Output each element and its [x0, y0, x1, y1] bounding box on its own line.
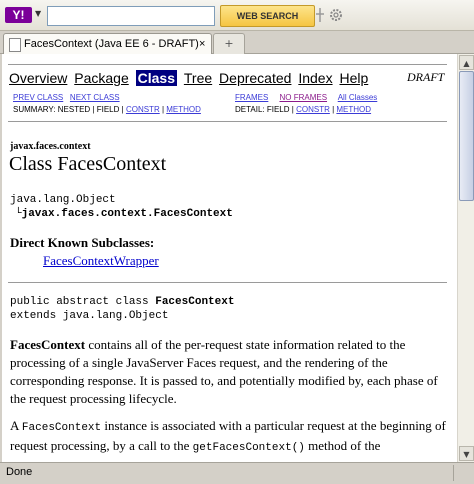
known-subclasses-heading: Direct Known Subclasses:	[10, 235, 155, 250]
summary-method-link[interactable]: METHOD	[166, 105, 201, 114]
para2-code-facescontext: FacesContext	[21, 422, 102, 434]
browser-toolbar: Y! ▼ WEB SEARCH	[0, 0, 474, 31]
page-content: Overview Package Class Tree Deprecated I…	[2, 54, 457, 462]
scroll-thumb[interactable]	[459, 71, 474, 201]
declaration-prefix: public abstract class	[10, 296, 156, 308]
chevron-down-icon[interactable]: ▼	[35, 9, 41, 18]
frames-nav: FRAMES NO FRAMES All Classes	[235, 93, 377, 102]
subclass-link[interactable]: FacesContextWrapper	[43, 253, 159, 269]
status-text: Done	[6, 466, 33, 478]
description-paragraph: FacesContext contains all of the per-req…	[10, 336, 450, 408]
inheritance-tree: └javax.faces.context.FacesContext	[15, 208, 233, 220]
draft-label: DRAFT	[407, 70, 445, 84]
frames-link[interactable]: FRAMES	[235, 93, 268, 102]
close-icon[interactable]: ×	[199, 34, 205, 54]
nav-help[interactable]: Help	[339, 70, 368, 86]
description-class-name: FacesContext	[10, 337, 86, 352]
status-divider	[453, 465, 454, 481]
description-paragraph-2: A FacesContext instance is associated wi…	[10, 417, 450, 457]
class-declaration: public abstract class FacesContext	[10, 296, 234, 308]
tab-facescontext[interactable]: FacesContext (Java EE 6 - DRAFT) ×	[3, 33, 212, 54]
page-title: Class FacesContext	[9, 153, 167, 175]
summary-constr-link[interactable]: CONSTR	[126, 105, 160, 114]
nav-tree[interactable]: Tree	[184, 70, 212, 86]
class-full-name: javax.faces.context.FacesContext	[21, 208, 233, 220]
all-classes-link[interactable]: All Classes	[338, 93, 378, 102]
package-name: javax.faces.context	[10, 141, 91, 152]
para2-code-getfacescontext: getFacesContext()	[192, 442, 305, 454]
search-input[interactable]	[47, 6, 215, 26]
para2-text-a: A	[10, 418, 22, 433]
class-nav: PREV CLASS NEXT CLASS	[13, 93, 120, 102]
pin-icon[interactable]	[316, 8, 324, 22]
para2-text-c: method of the	[304, 438, 381, 453]
vertical-scrollbar[interactable]: ▲ ▼	[457, 54, 474, 462]
tree-branch-icon: └	[15, 208, 22, 220]
new-tab-button[interactable]: +	[213, 33, 245, 54]
divider	[8, 64, 447, 65]
nav-package[interactable]: Package	[74, 70, 128, 86]
nav-deprecated[interactable]: Deprecated	[219, 70, 291, 86]
scroll-down-icon[interactable]: ▼	[459, 446, 474, 461]
summary-nav: SUMMARY: NESTED | FIELD | CONSTR | METHO…	[13, 105, 201, 114]
detail-nav: DETAIL: FIELD | CONSTR | METHOD	[235, 105, 372, 114]
superclass-name: java.lang.Object	[10, 194, 116, 206]
javadoc-navbar: Overview Package Class Tree Deprecated I…	[9, 70, 371, 90]
nav-class: Class	[135, 70, 177, 86]
divider	[8, 282, 447, 283]
tab-label: FacesContext (Java EE 6 - DRAFT)	[24, 38, 199, 50]
detail-label: DETAIL: FIELD |	[235, 105, 294, 114]
yahoo-logo[interactable]: Y!	[5, 7, 32, 23]
declaration-name: FacesContext	[155, 296, 235, 308]
web-search-button[interactable]: WEB SEARCH	[220, 5, 315, 27]
nav-overview[interactable]: Overview	[9, 70, 67, 86]
no-frames-link[interactable]: NO FRAMES	[279, 93, 327, 102]
detail-constr-link[interactable]: CONSTR	[296, 105, 330, 114]
tab-bar: FacesContext (Java EE 6 - DRAFT) × +	[0, 31, 474, 54]
status-bar: Done	[0, 462, 474, 484]
next-class-link[interactable]: NEXT CLASS	[70, 93, 120, 102]
detail-method-link[interactable]: METHOD	[336, 105, 371, 114]
scroll-up-icon[interactable]: ▲	[459, 55, 474, 70]
divider	[8, 121, 447, 122]
extends-line: extends java.lang.Object	[10, 310, 169, 322]
page-icon	[9, 38, 21, 52]
prev-class-link[interactable]: PREV CLASS	[13, 93, 63, 102]
summary-label: SUMMARY: NESTED | FIELD |	[13, 105, 124, 114]
gear-icon[interactable]	[328, 7, 344, 23]
nav-index[interactable]: Index	[298, 70, 332, 86]
